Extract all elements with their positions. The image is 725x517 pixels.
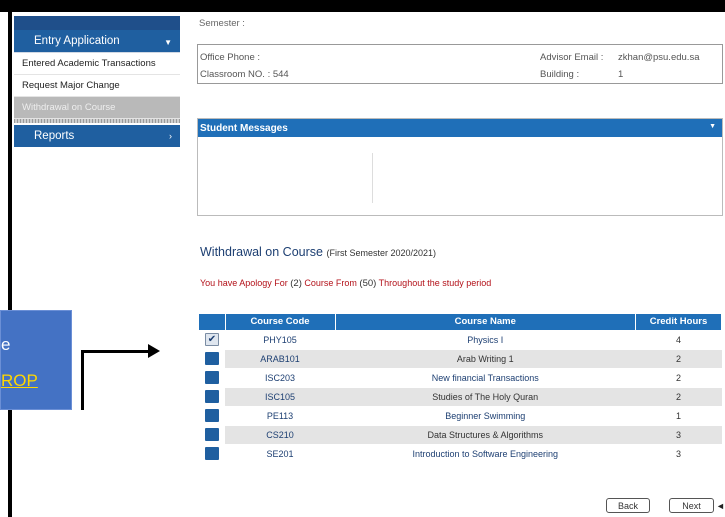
row-select-cell	[199, 348, 225, 368]
course-name-cell: Arab Writing 1	[335, 348, 636, 368]
sidebar-reports[interactable]: Reports ›	[14, 125, 180, 147]
sidebar-item-label: Request Major Change	[22, 80, 120, 91]
course-checkbox[interactable]	[205, 352, 219, 365]
sidebar-item-label: Withdrawal on Course	[22, 102, 116, 113]
course-code-cell: ARAB101	[225, 348, 335, 368]
callout-line-2: ROP	[1, 371, 38, 390]
course-name-cell: Introduction to Software Engineering	[335, 443, 636, 463]
course-code-cell: PHY105	[225, 329, 335, 349]
sidebar-top-strip	[14, 16, 180, 30]
student-messages-header[interactable]: Student Messages ▼	[198, 119, 722, 137]
course-name-cell: Beginner Swimming	[335, 405, 636, 425]
chevron-down-icon: ▼	[709, 123, 716, 130]
course-table: Course Code Course Name Credit Hours ✔ P…	[199, 314, 722, 463]
row-select-cell	[199, 405, 225, 425]
course-checkbox[interactable]	[205, 447, 219, 461]
withdrawal-title-text: Withdrawal on Course	[200, 245, 323, 259]
callout-connector-line	[84, 350, 152, 353]
course-code-cell: PE113	[225, 405, 335, 425]
sidebar-reports-label: Reports	[34, 130, 75, 142]
annotation-callout: e ROP	[0, 310, 72, 410]
sidebar-item-withdrawal[interactable]: Withdrawal on Course	[14, 97, 180, 119]
table-row: PE113 Beginner Swimming 1	[199, 405, 722, 425]
row-select-cell	[199, 367, 225, 387]
chevron-down-icon: ▼	[164, 38, 172, 47]
sidebar-entry-label: Entry Application	[34, 35, 120, 47]
student-messages-title: Student Messages	[200, 122, 288, 134]
row-select-cell	[199, 443, 225, 463]
apology-prefix: You have Apology For	[200, 278, 288, 288]
table-row: CS210 Data Structures & Algorithms 3	[199, 424, 722, 444]
apology-notice: You have Apology For (2) Course From (50…	[200, 278, 491, 289]
course-checkbox[interactable]	[205, 409, 219, 422]
back-button[interactable]: Back	[606, 498, 650, 513]
course-checkbox[interactable]: ✔	[205, 333, 219, 346]
course-checkbox[interactable]	[205, 390, 219, 403]
row-select-cell	[199, 386, 225, 406]
advisor-email-label: Advisor Email :	[540, 52, 604, 63]
course-name-cell: Studies of The Holy Quran	[335, 386, 636, 406]
credit-hours-cell: 1	[635, 405, 722, 425]
apology-mid: Course From	[304, 278, 357, 288]
course-checkbox[interactable]	[205, 371, 219, 384]
sidebar-item-label: Entered Academic Transactions	[22, 58, 156, 69]
callout-connector	[72, 350, 84, 410]
apology-suffix: Throughout the study period	[378, 278, 492, 288]
sidebar-item-major-change[interactable]: Request Major Change	[14, 75, 180, 97]
table-row: ISC203 New financial Transactions 2	[199, 367, 722, 387]
credit-hours-cell: 2	[635, 386, 722, 406]
left-border	[8, 0, 12, 517]
top-border	[0, 0, 725, 12]
table-header-row: Course Code Course Name Credit Hours	[199, 314, 722, 330]
messages-divider	[372, 153, 373, 203]
arrow-left-icon: ◄	[716, 501, 725, 511]
advisor-info-box: Office Phone : Classroom NO. : 544 Advis…	[197, 44, 723, 84]
sidebar-divider	[14, 119, 180, 123]
building-value: 1	[618, 69, 624, 80]
credit-hours-cell: 3	[635, 443, 722, 463]
course-checkbox[interactable]	[205, 428, 219, 441]
office-phone-label: Office Phone :	[200, 52, 261, 63]
credit-hours-cell: 3	[635, 424, 722, 444]
student-messages-panel: Student Messages ▼	[197, 118, 723, 216]
row-select-cell: ✔	[199, 329, 225, 349]
column-header-code: Course Code	[225, 314, 336, 330]
apology-count: (2)	[290, 278, 302, 289]
select-column-header	[199, 314, 226, 330]
table-row: SE201 Introduction to Software Engineeri…	[199, 443, 722, 463]
withdrawal-semester: (First Semester 2020/2021)	[326, 248, 436, 258]
chevron-right-icon: ›	[169, 131, 172, 141]
sidebar: Entry Application ▼ Entered Academic Tra…	[14, 16, 180, 147]
classroom-label: Classroom NO. : 544	[200, 69, 289, 80]
left-margin	[0, 0, 8, 517]
course-code-cell: CS210	[225, 424, 335, 444]
course-code-cell: ISC105	[225, 386, 335, 406]
sidebar-item-entered-transactions[interactable]: Entered Academic Transactions	[14, 53, 180, 75]
course-name-cell: New financial Transactions	[335, 367, 636, 387]
arrow-right-icon	[148, 344, 160, 358]
sidebar-entry-application[interactable]: Entry Application ▼	[14, 30, 180, 53]
advisor-email-value: zkhan@psu.edu.sa	[618, 52, 700, 63]
course-code-cell: ISC203	[225, 367, 335, 387]
credit-hours-cell: 4	[635, 329, 722, 349]
course-code-cell: SE201	[225, 443, 335, 463]
credit-hours-cell: 2	[635, 367, 722, 387]
next-button[interactable]: Next	[669, 498, 714, 513]
withdrawal-title: Withdrawal on Course (First Semester 202…	[200, 245, 436, 259]
callout-line-1: e	[1, 335, 11, 354]
column-header-name: Course Name	[335, 314, 636, 330]
row-select-cell	[199, 424, 225, 444]
table-row: ISC105 Studies of The Holy Quran 2	[199, 386, 722, 406]
table-row: ARAB101 Arab Writing 1 2	[199, 348, 722, 368]
course-name-cell: Data Structures & Algorithms	[335, 424, 636, 444]
apology-total: (50)	[359, 278, 377, 289]
credit-hours-cell: 2	[635, 348, 722, 368]
semester-label: Semester :	[199, 18, 245, 29]
table-row: ✔ PHY105 Physics I 4	[199, 329, 722, 349]
column-header-credits: Credit Hours	[635, 314, 722, 330]
course-name-cell: Physics I	[335, 329, 636, 349]
building-label: Building :	[540, 69, 580, 80]
